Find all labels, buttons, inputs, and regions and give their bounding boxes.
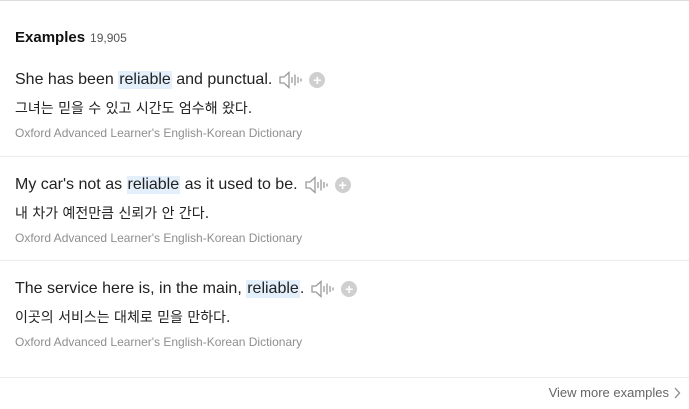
example-item: My car's not as reliable as it used to b… [0,156,689,260]
add-to-wordbook-icon[interactable]: + [334,177,351,193]
example-translation: 그녀는 믿을 수 있고 시간도 엄수해 왔다. [15,101,253,117]
example-item: The service here is, in the main, reliab… [0,260,689,364]
footer-divider [0,377,689,378]
example-source: Oxford Advanced Learner's English-Korean… [15,335,303,349]
examples-title: Examples [15,29,86,46]
sentence-text-post: . [299,280,305,297]
example-source: Oxford Advanced Learner's English-Korean… [15,126,303,140]
chevron-right-icon [674,387,681,398]
example-source: Oxford Advanced Learner's English-Korean… [15,231,303,245]
sentence-text-post: and punctual. [171,71,273,88]
highlighted-word: reliable [118,71,172,89]
example-sentence: She has been reliable and punctual. + [15,71,326,89]
highlighted-word: reliable [126,176,181,194]
speaker-icon[interactable] [310,280,334,298]
sentence-text-pre: She has been [15,71,119,88]
view-more-examples-link[interactable]: View more examples [549,385,681,400]
view-more-label: View more examples [548,385,669,400]
example-sentence: My car's not as reliable as it used to b… [15,176,351,194]
sentence-text-post: as it used to be. [180,176,298,193]
speaker-icon[interactable] [278,71,302,89]
add-to-wordbook-icon[interactable]: + [341,281,358,297]
example-sentence: The service here is, in the main, reliab… [15,280,358,298]
sentence-text-pre: My car's not as [15,176,127,193]
sentence-text-pre: The service here is, in the main, [15,280,247,297]
examples-header: Examples 19,905 [15,29,127,46]
speaker-icon[interactable] [304,176,328,194]
add-to-wordbook-icon[interactable]: + [309,72,326,88]
highlighted-word: reliable [246,280,300,298]
example-translation: 이곳의 서비스는 대체로 믿을 만하다. [15,310,231,326]
example-item: She has been reliable and punctual. + 그녀… [0,52,689,156]
examples-count: 19,905 [90,31,127,45]
example-translation: 내 차가 예전만큼 신뢰가 안 간다. [15,206,210,222]
